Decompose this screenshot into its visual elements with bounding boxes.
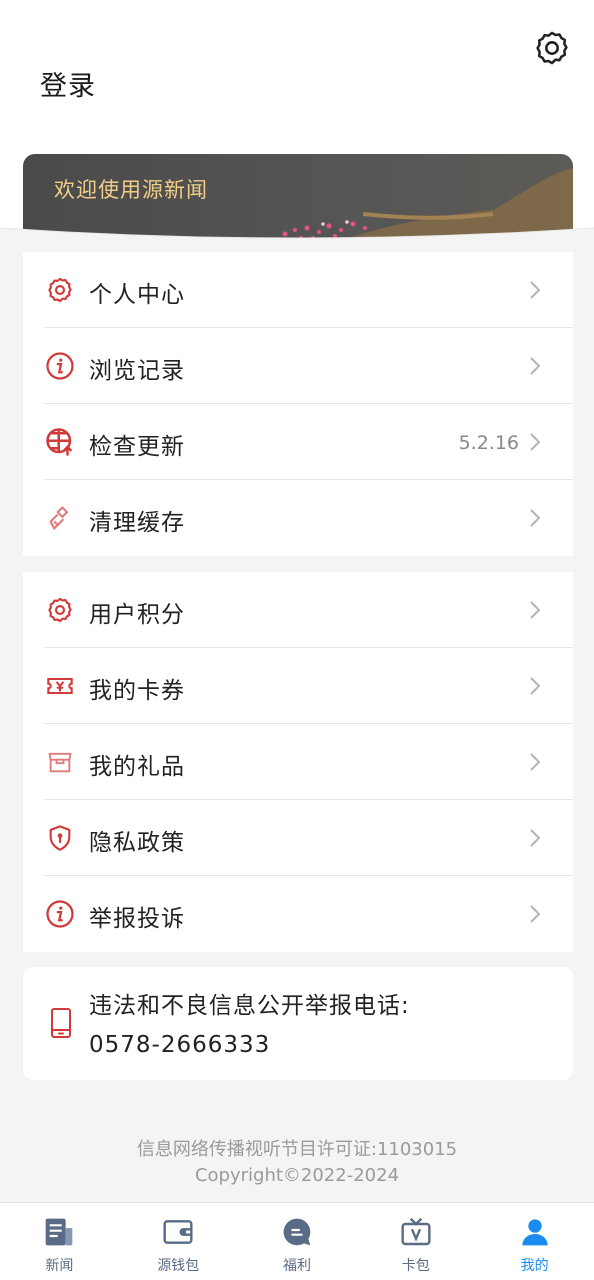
menu-item-user-points[interactable]: 用户积分 [23, 572, 573, 648]
user-icon [518, 1215, 552, 1249]
report-hotline-text: 违法和不良信息公开举报电话: 0578-2666333 [89, 987, 410, 1065]
menu-label: 隐私政策 [89, 830, 185, 856]
tab-label: 福利 [282, 1258, 311, 1274]
menu-card-secondary: 用户积分 我的卡券 我的礼品 隐私政策 举报投诉 [23, 572, 573, 952]
chevron-right-icon [530, 753, 541, 771]
menu-item-my-gifts[interactable]: 我的礼品 [23, 724, 573, 800]
tab-wallet[interactable]: 源钱包 [119, 1203, 238, 1280]
menu-label: 用户积分 [89, 602, 185, 628]
chevron-right-icon [530, 601, 541, 619]
menu-label: 我的礼品 [89, 754, 185, 780]
menu-label: 举报投诉 [89, 906, 185, 932]
news-icon [42, 1215, 76, 1249]
menu-item-clear-cache[interactable]: 清理缓存 [23, 480, 573, 556]
menu-item-report-complaint[interactable]: 举报投诉 [23, 876, 573, 952]
info-icon [45, 899, 75, 929]
chevron-right-icon [530, 905, 541, 923]
chat-bubble-icon [280, 1215, 314, 1249]
copyright-text: Copyright©2022-2024 [194, 1165, 400, 1186]
menu-label: 浏览记录 [89, 358, 185, 384]
banner-welcome-text: 欢迎使用源新闻 [54, 178, 208, 202]
report-hotline-card[interactable]: 违法和不良信息公开举报电话: 0578-2666333 [23, 967, 573, 1080]
menu-label: 我的卡券 [89, 678, 185, 704]
chevron-right-icon [530, 829, 541, 847]
chevron-right-icon [530, 509, 541, 527]
report-hotline-number: 0578-2666333 [89, 1032, 271, 1058]
menu-item-personal-center[interactable]: 个人中心 [23, 252, 573, 328]
tab-label: 卡包 [401, 1258, 430, 1274]
globe-upload-icon [45, 427, 75, 457]
tab-label: 新闻 [45, 1258, 74, 1274]
menu-label: 检查更新 [89, 434, 185, 460]
wallet-icon [161, 1215, 195, 1249]
menu-item-check-update[interactable]: 检查更新 5.2.16 [23, 404, 573, 480]
broom-icon [45, 503, 75, 533]
menu-item-browse-history[interactable]: 浏览记录 [23, 328, 573, 404]
tv-card-icon [399, 1215, 433, 1249]
gift-box-icon [45, 747, 75, 777]
chevron-right-icon [530, 677, 541, 695]
gear-icon [45, 595, 75, 625]
version-value: 5.2.16 [458, 432, 519, 454]
tab-news[interactable]: 新闻 [0, 1203, 119, 1280]
settings-button[interactable] [532, 28, 572, 68]
login-link[interactable]: 登录 [40, 64, 96, 103]
gear-icon [536, 31, 568, 65]
coupon-icon [45, 671, 75, 701]
menu-item-my-coupons[interactable]: 我的卡券 [23, 648, 573, 724]
gear-icon [45, 275, 75, 305]
menu-label: 清理缓存 [89, 510, 185, 536]
license-text: 信息网络传播视听节目许可证:1103015 [136, 1139, 458, 1160]
info-icon [45, 351, 75, 381]
tab-mine[interactable]: 我的 [475, 1203, 594, 1280]
menu-item-privacy-policy[interactable]: 隐私政策 [23, 800, 573, 876]
menu-label: 个人中心 [89, 282, 185, 308]
chevron-right-icon [530, 357, 541, 375]
phone-icon [51, 1008, 71, 1038]
tab-label: 源钱包 [157, 1258, 200, 1274]
tab-label: 我的 [520, 1258, 549, 1274]
report-hotline-label: 违法和不良信息公开举报电话: [89, 993, 410, 1019]
bottom-tab-bar: 新闻 源钱包 福利 卡包 我的 [0, 1202, 594, 1280]
tab-card-pack[interactable]: 卡包 [356, 1203, 475, 1280]
menu-card-primary: 个人中心 浏览记录 检查更新 5.2.16 清理缓存 [23, 252, 573, 556]
chevron-right-icon [530, 433, 541, 451]
shield-icon [45, 823, 75, 853]
tab-welfare[interactable]: 福利 [238, 1203, 357, 1280]
chevron-right-icon [530, 281, 541, 299]
